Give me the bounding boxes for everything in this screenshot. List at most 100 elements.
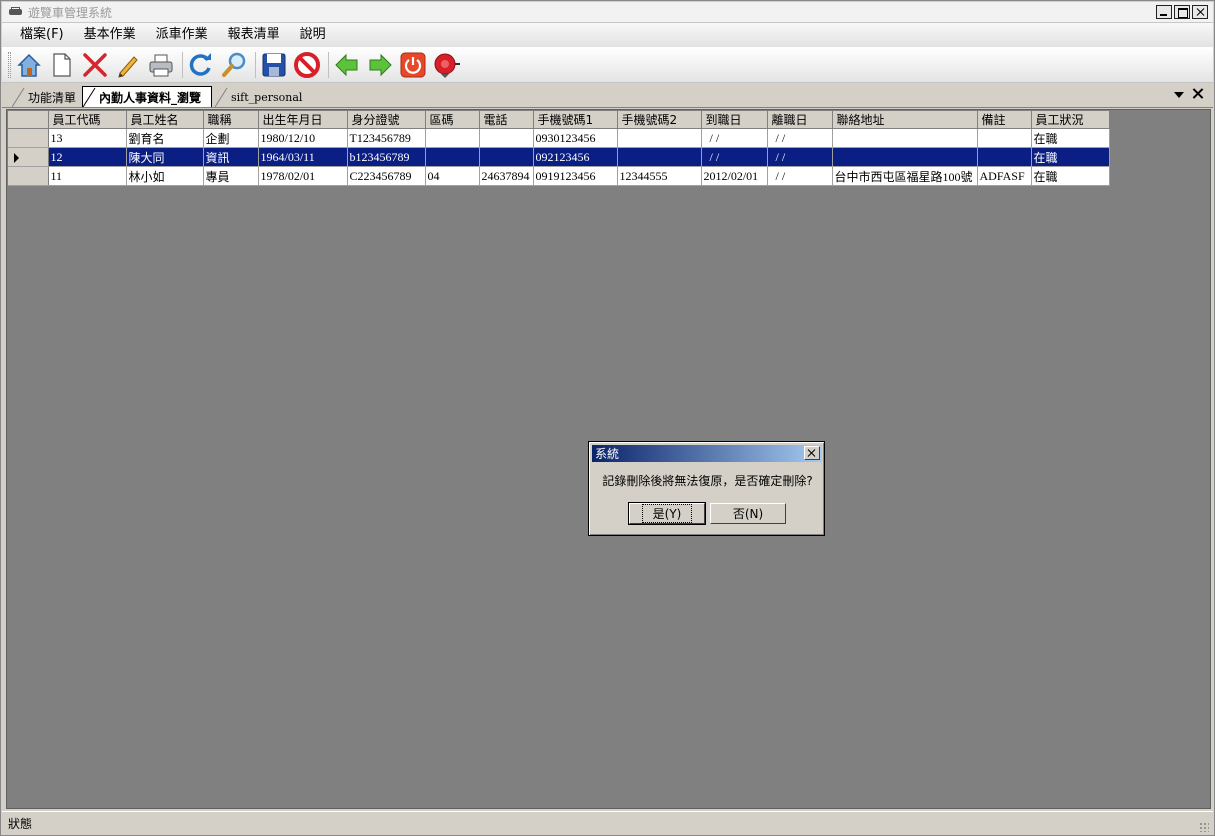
table-cell[interactable] — [832, 128, 978, 148]
table-cell[interactable]: / / — [701, 128, 768, 148]
table-cell[interactable]: 資訊 — [203, 147, 259, 167]
toolbar-grip[interactable] — [8, 51, 11, 78]
yes-button[interactable]: 是(Y) — [628, 502, 706, 525]
tab-function-list[interactable]: 功能清單 — [12, 87, 87, 107]
row-indicator[interactable] — [8, 147, 49, 167]
table-cell[interactable]: 0919123456 — [533, 166, 618, 186]
home-button[interactable] — [14, 50, 44, 80]
table-cell[interactable]: / / — [767, 147, 833, 167]
tab-label: 內勤人事資料_瀏覽 — [99, 90, 202, 105]
column-header[interactable]: 區碼 — [425, 111, 480, 129]
table-cell[interactable]: T123456789 — [347, 128, 426, 148]
search-button[interactable] — [219, 50, 249, 80]
table-cell[interactable]: 1978/02/01 — [258, 166, 348, 186]
table-cell[interactable] — [479, 147, 534, 167]
table-cell[interactable]: / / — [767, 128, 833, 148]
menu-bar: 檔案(F) 基本作業 派車作業 報表清單 說明 — [2, 23, 1213, 47]
minimize-button[interactable] — [1156, 5, 1172, 19]
table-cell[interactable] — [617, 128, 702, 148]
table-cell[interactable]: 在職 — [1031, 166, 1110, 186]
row-indicator[interactable] — [8, 166, 49, 186]
alarm-button[interactable] — [431, 50, 461, 80]
table-cell[interactable]: 092123456 — [533, 147, 618, 167]
table-cell[interactable]: 林小如 — [126, 166, 204, 186]
resize-grip-icon[interactable] — [1199, 822, 1209, 832]
column-header[interactable]: 手機號碼2 — [617, 111, 702, 129]
column-header[interactable]: 聯絡地址 — [832, 111, 978, 129]
table-cell[interactable]: 0930123456 — [533, 128, 618, 148]
table-cell[interactable]: 12344555 — [617, 166, 702, 186]
table-cell[interactable]: 12 — [48, 147, 127, 167]
save-button[interactable] — [259, 50, 289, 80]
column-header[interactable]: 電話 — [479, 111, 534, 129]
column-header[interactable]: 職稱 — [203, 111, 259, 129]
column-header[interactable]: 員工姓名 — [126, 111, 204, 129]
table-cell[interactable] — [977, 147, 1032, 167]
column-header[interactable]: 備註 — [977, 111, 1032, 129]
table-cell[interactable]: 11 — [48, 166, 127, 186]
table-cell[interactable]: / / — [767, 166, 833, 186]
table-cell[interactable] — [617, 147, 702, 167]
title-bar[interactable]: 遊覽車管理系統 — [2, 2, 1213, 23]
menu-file[interactable]: 檔案(F) — [10, 24, 74, 46]
menu-reports[interactable]: 報表清單 — [218, 24, 290, 46]
table-cell[interactable]: / / — [701, 147, 768, 167]
table-cell[interactable]: 1980/12/10 — [258, 128, 348, 148]
no-button[interactable]: 否(N) — [710, 503, 786, 524]
menu-help[interactable]: 說明 — [290, 24, 336, 46]
table-row[interactable]: 13 劉育名 企劃 1980/12/10 T123456789 09301234… — [8, 128, 1110, 148]
table-cell[interactable]: 1964/03/11 — [258, 147, 348, 167]
tab-personnel-browse[interactable]: 內勤人事資料_瀏覽 — [82, 86, 213, 107]
tab-dropdown-icon[interactable] — [1174, 91, 1184, 98]
print-button[interactable] — [146, 50, 176, 80]
refresh-button[interactable] — [186, 50, 216, 80]
tab-controls — [1174, 88, 1203, 99]
tab-sift-personal[interactable]: sift_personal — [215, 87, 313, 107]
next-button[interactable] — [365, 50, 395, 80]
row-indicator[interactable] — [8, 128, 49, 148]
table-cell[interactable]: 劉育名 — [126, 128, 204, 148]
table-cell[interactable]: 台中市西屯區福星路100號 — [832, 166, 978, 186]
table-cell[interactable]: ADFASF — [977, 166, 1032, 186]
edit-button[interactable] — [113, 50, 143, 80]
column-header[interactable]: 離職日 — [767, 111, 833, 129]
previous-button[interactable] — [332, 50, 362, 80]
table-cell[interactable]: 在職 — [1031, 147, 1110, 167]
close-tab-icon[interactable] — [1192, 88, 1203, 99]
table-cell[interactable]: 專員 — [203, 166, 259, 186]
table-row[interactable]: 11 林小如 專員 1978/02/01 C223456789 04 24637… — [8, 166, 1110, 186]
exit-button[interactable] — [398, 50, 428, 80]
column-header[interactable]: 到職日 — [701, 111, 768, 129]
table-cell[interactable]: 2012/02/01 — [701, 166, 768, 186]
table-cell[interactable] — [425, 128, 480, 148]
new-button[interactable] — [47, 50, 77, 80]
table-cell[interactable]: 在職 — [1031, 128, 1110, 148]
column-header[interactable]: 員工狀況 — [1031, 111, 1110, 129]
menu-basic-operations[interactable]: 基本作業 — [74, 24, 146, 46]
table-row-selected[interactable]: 12 陳大同 資訊 1964/03/11 b123456789 09212345… — [8, 147, 1110, 167]
table-cell[interactable]: b123456789 — [347, 147, 426, 167]
table-cell[interactable]: 陳大同 — [126, 147, 204, 167]
table-cell[interactable]: 24637894 — [479, 166, 534, 186]
table-cell[interactable]: 13 — [48, 128, 127, 148]
table-cell[interactable] — [479, 128, 534, 148]
dialog-title-bar[interactable]: 系統 — [592, 445, 822, 462]
column-header[interactable]: 員工代碼 — [48, 111, 127, 129]
table-cell[interactable] — [977, 128, 1032, 148]
cancel-button[interactable] — [292, 50, 322, 80]
table-cell[interactable] — [832, 147, 978, 167]
maximize-button[interactable] — [1174, 5, 1190, 19]
table-cell[interactable] — [425, 147, 480, 167]
toolbar-separator — [182, 51, 183, 78]
close-window-button[interactable] — [1192, 5, 1208, 19]
table-cell[interactable]: 04 — [425, 166, 480, 186]
menu-dispatch[interactable]: 派車作業 — [146, 24, 218, 46]
dialog-close-button[interactable] — [804, 446, 820, 460]
table-cell[interactable]: C223456789 — [347, 166, 426, 186]
column-header[interactable]: 身分證號 — [347, 111, 426, 129]
delete-button[interactable] — [80, 50, 110, 80]
print-icon — [149, 54, 173, 76]
table-cell[interactable]: 企劃 — [203, 128, 259, 148]
column-header[interactable]: 出生年月日 — [258, 111, 348, 129]
column-header[interactable]: 手機號碼1 — [533, 111, 618, 129]
